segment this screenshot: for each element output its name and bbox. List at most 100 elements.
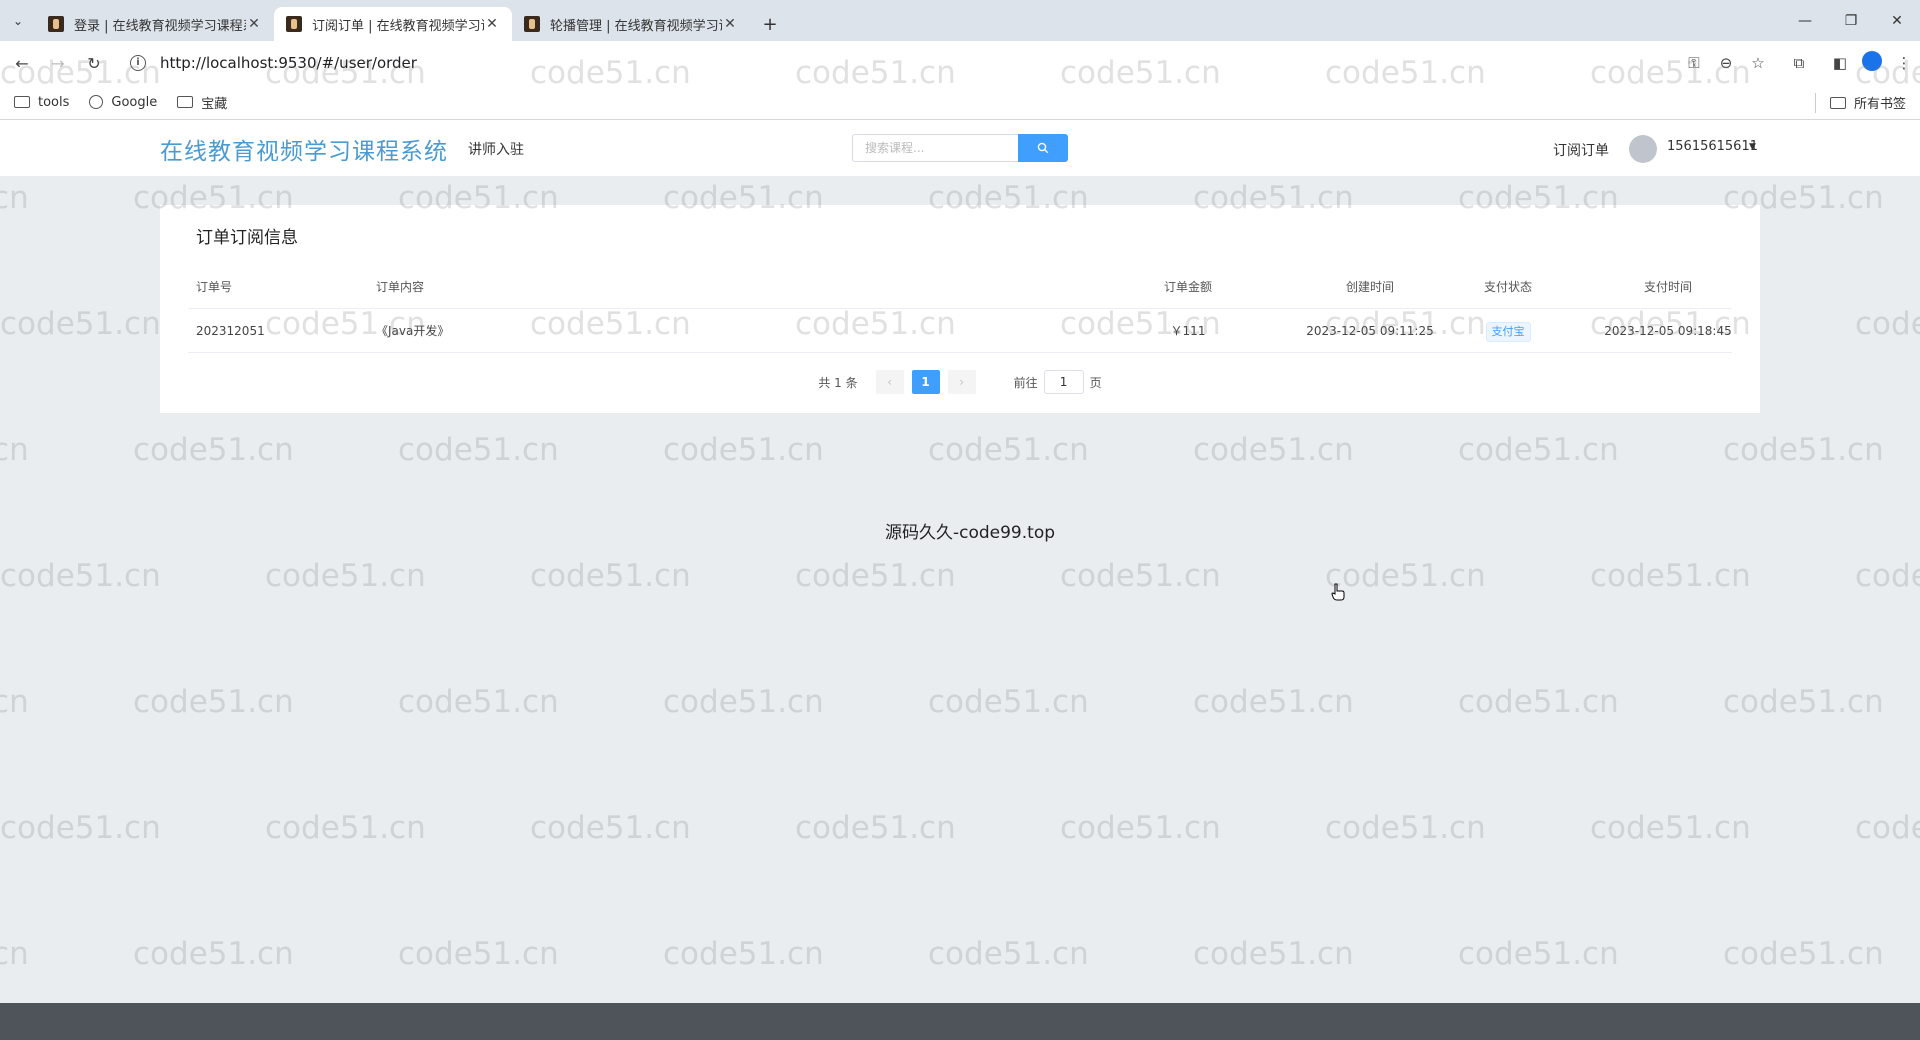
pagination: 共 1 条 ‹ 1 › 前往 页 [160, 369, 1760, 395]
table-header: 订单号 订单内容 订单金额 创建时间 支付状态 支付时间 [188, 265, 1732, 309]
watermark-text: code51.cn [663, 432, 824, 468]
bookmarks-bar: tools Google 宝藏 所有书签 [0, 85, 1920, 120]
browser-tab-orders[interactable]: 订阅订单 | 在线教育视频学习课 ✕ [274, 7, 512, 41]
bookmark-folder-treasure[interactable]: 宝藏 [177, 93, 227, 112]
watermark-text: code51.cn [0, 432, 29, 468]
watermark-text: code51.cn [398, 684, 559, 720]
new-tab-button[interactable]: + [756, 10, 784, 38]
order-no: 202312051 [196, 324, 265, 338]
watermark-text: code51.cn [1060, 558, 1221, 594]
watermark-text: code51.cn [0, 936, 29, 972]
search-input[interactable] [852, 134, 1018, 162]
page-number-current[interactable]: 1 [911, 370, 940, 394]
tab-close-icon[interactable]: ✕ [246, 16, 262, 32]
watermark-text: code51.cn [530, 558, 691, 594]
site-info-icon[interactable]: i [130, 55, 146, 71]
search-button[interactable] [1018, 134, 1068, 162]
minimize-icon[interactable]: — [1782, 0, 1828, 41]
address-bar[interactable]: i http://localhost:9530/#/user/order [124, 46, 1724, 80]
tab-close-icon[interactable]: ✕ [722, 16, 738, 32]
watermark-text: code51.cn [795, 810, 956, 846]
tab-close-icon[interactable]: ✕ [484, 16, 500, 32]
watermark-text: code51.cn [1458, 684, 1619, 720]
browser-toolbar: ← → ↻ i http://localhost:9530/#/user/ord… [0, 41, 1920, 85]
orders-card: 订单订阅信息 订单号 订单内容 订单金额 创建时间 支付状态 支付时间 2023… [160, 205, 1760, 413]
watermark-text: code51.cn [265, 558, 426, 594]
watermark-text: code51.cn [0, 306, 161, 342]
back-icon[interactable]: ← [4, 54, 40, 73]
bookmark-label: tools [38, 94, 70, 110]
restore-icon[interactable]: ❐ [1828, 0, 1874, 41]
table-row[interactable]: 202312051 《Java开发》 ￥111 2023-12-05 09:11… [188, 309, 1732, 353]
page-title: 订单订阅信息 [196, 228, 298, 248]
forward-icon[interactable]: → [40, 54, 76, 73]
site-favicon-icon [48, 16, 64, 32]
column-header-amount: 订单金额 [1163, 280, 1212, 294]
watermark-text: code51.cn [398, 432, 559, 468]
watermark-text: code51.cn [1855, 558, 1920, 594]
watermark-text: code51.cn [663, 936, 824, 972]
page-footer-bar [0, 1003, 1920, 1040]
watermark-text: code51.cn [1723, 936, 1884, 972]
site-logo[interactable]: 在线教育视频学习课程系统 [160, 132, 448, 166]
column-header-content: 订单内容 [376, 280, 425, 294]
tab-search-icon[interactable]: ⌄ [0, 0, 36, 41]
browser-menu-icon[interactable]: ⋮ [1888, 54, 1920, 72]
next-page-icon[interactable]: › [947, 370, 976, 394]
footer-text: 源码久久-code99.top [884, 523, 1056, 543]
password-key-icon[interactable]: ⚿ [1678, 54, 1710, 72]
browser-tab-login[interactable]: 登录 | 在线教育视频学习课程系 ✕ [36, 7, 274, 41]
watermark-text: code51.cn [0, 180, 29, 216]
tab-title: 登录 | 在线教育视频学习课程系 [74, 18, 246, 34]
column-header-status: 支付状态 [1483, 280, 1532, 294]
watermark-text: code51.cn [928, 684, 1089, 720]
zoom-icon[interactable]: ⊖ [1710, 54, 1742, 72]
goto-suffix: 页 [1089, 375, 1102, 390]
watermark-text: code51.cn [1855, 306, 1920, 342]
watermark-text: code51.cn [1325, 558, 1486, 594]
watermark-text: code51.cn [1723, 684, 1884, 720]
all-bookmarks[interactable]: 所有书签 [1814, 85, 1906, 120]
mouse-pointer-icon [1331, 583, 1345, 601]
watermark-text: code51.cn [398, 936, 559, 972]
prev-page-icon[interactable]: ‹ [875, 370, 904, 394]
watermark-text: code51.cn [1458, 936, 1619, 972]
bookmark-folder-tools[interactable]: tools [14, 95, 69, 110]
bookmark-star-icon[interactable]: ☆ [1742, 54, 1774, 72]
reload-icon[interactable]: ↻ [76, 54, 112, 73]
extensions-icon[interactable]: ⧉ [1774, 54, 1824, 72]
watermark-text: code51.cn [928, 432, 1089, 468]
watermark-text: code51.cn [265, 810, 426, 846]
globe-icon [89, 95, 104, 109]
watermark-text: code51.cn [1193, 684, 1354, 720]
watermark-text: code51.cn [928, 936, 1089, 972]
order-amount: ￥111 [1170, 324, 1206, 338]
avatar[interactable] [1629, 135, 1657, 163]
column-header-paid-time: 支付时间 [1643, 280, 1692, 294]
toolbar-actions: ⚿ ⊖ ☆ ⧉ ◧ ⋮ [1678, 41, 1920, 85]
divider [1814, 92, 1816, 113]
subscribed-orders-link[interactable]: 订阅订单 [1553, 140, 1609, 160]
order-created-time: 2023-12-05 09:11:25 [1306, 324, 1434, 338]
all-bookmarks-label: 所有书签 [1853, 97, 1906, 112]
watermark-text: code51.cn [1325, 810, 1486, 846]
watermark-text: code51.cn [530, 810, 691, 846]
watermark-text: code51.cn [0, 684, 29, 720]
goto-page-input[interactable] [1043, 370, 1084, 394]
side-panel-icon[interactable]: ◧ [1824, 54, 1856, 72]
caret-down-icon[interactable]: ▼ [1749, 142, 1756, 152]
window-controls: — ❐ ✕ [1782, 0, 1920, 41]
order-status-cell: 支付宝 [1458, 309, 1558, 353]
watermark-text: code51.cn [133, 684, 294, 720]
tab-title: 订阅订单 | 在线教育视频学习课 [312, 18, 484, 34]
browser-tab-carousel[interactable]: 轮播管理 | 在线教育视频学习课 ✕ [512, 7, 750, 41]
profile-icon[interactable] [1856, 51, 1888, 75]
column-header-order-no: 订单号 [196, 280, 233, 294]
teacher-apply-link[interactable]: 讲师入驻 [468, 139, 524, 159]
close-window-icon[interactable]: ✕ [1874, 0, 1920, 41]
bookmark-google[interactable]: Google [89, 95, 157, 110]
url-text[interactable]: http://localhost:9530/#/user/order [160, 54, 417, 72]
order-paid-time: 2023-12-05 09:18:45 [1604, 324, 1732, 338]
column-header-created: 创建时间 [1345, 280, 1394, 294]
username[interactable]: 15615615611 [1667, 139, 1758, 154]
